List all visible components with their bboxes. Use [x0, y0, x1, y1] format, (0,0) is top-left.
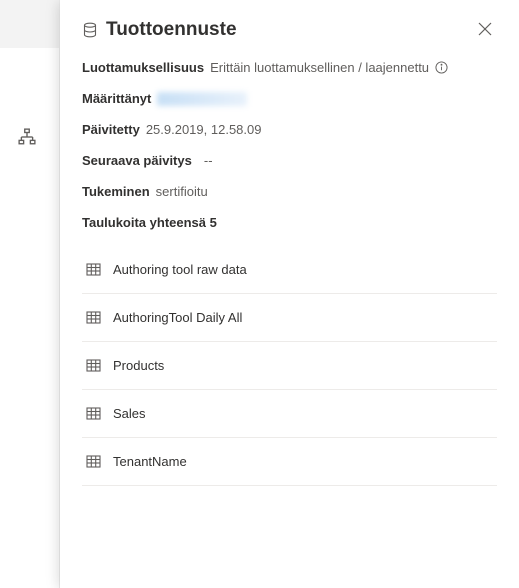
next-update-value: --	[204, 153, 213, 168]
info-icon[interactable]	[435, 61, 448, 74]
table-name: Authoring tool raw data	[113, 262, 247, 277]
updated-row: Päivitetty 25.9.2019, 12.58.09	[82, 122, 497, 137]
close-button[interactable]	[473, 18, 497, 42]
close-icon	[478, 22, 492, 39]
table-row[interactable]: Sales	[82, 390, 497, 438]
dataset-icon	[82, 22, 98, 38]
endorsement-label: Tukeminen	[82, 184, 150, 199]
next-update-row: Seuraava päivitys --	[82, 153, 497, 168]
table-row[interactable]: Products	[82, 342, 497, 390]
table-name: AuthoringTool Daily All	[113, 310, 242, 325]
dataset-details-panel: Tuottoennuste Luottamuksellisuus Erittäi…	[60, 0, 519, 588]
table-icon	[86, 358, 101, 373]
table-icon	[86, 454, 101, 469]
endorsement-row: Tukeminen sertifioitu	[82, 184, 497, 199]
left-nav-top-bar	[0, 0, 59, 48]
panel-title: Tuottoennuste	[106, 19, 237, 41]
tables-total-label: Taulukoita yhteensä	[82, 215, 206, 230]
table-row[interactable]: AuthoringTool Daily All	[82, 294, 497, 342]
updated-label: Päivitetty	[82, 122, 140, 137]
table-icon	[86, 406, 101, 421]
sensitivity-row: Luottamuksellisuus Erittäin luottamuksel…	[82, 60, 497, 75]
sensitivity-label: Luottamuksellisuus	[82, 60, 204, 75]
tables-total-header: Taulukoita yhteensä 5	[82, 215, 497, 230]
next-update-label: Seuraava päivitys	[82, 153, 192, 168]
table-row[interactable]: TenantName	[82, 438, 497, 486]
left-nav-strip	[0, 0, 60, 588]
table-icon	[86, 262, 101, 277]
table-icon	[86, 310, 101, 325]
sensitivity-value: Erittäin luottamuksellinen / laajennettu	[210, 60, 429, 75]
panel-title-wrap: Tuottoennuste	[82, 19, 237, 41]
tables-list: Authoring tool raw data AuthoringTool Da…	[82, 242, 497, 486]
panel-header: Tuottoennuste	[82, 18, 497, 42]
defined-by-value-redacted	[157, 92, 247, 106]
updated-value: 25.9.2019, 12.58.09	[146, 122, 262, 137]
defined-by-row: Määrittänyt	[82, 91, 497, 106]
table-name: Sales	[113, 406, 146, 421]
hierarchy-icon[interactable]	[18, 128, 36, 146]
defined-by-label: Määrittänyt	[82, 91, 151, 106]
table-row[interactable]: Authoring tool raw data	[82, 242, 497, 294]
table-name: Products	[113, 358, 164, 373]
tables-total-count: 5	[210, 215, 217, 230]
table-name: TenantName	[113, 454, 187, 469]
endorsement-value: sertifioitu	[156, 184, 208, 199]
